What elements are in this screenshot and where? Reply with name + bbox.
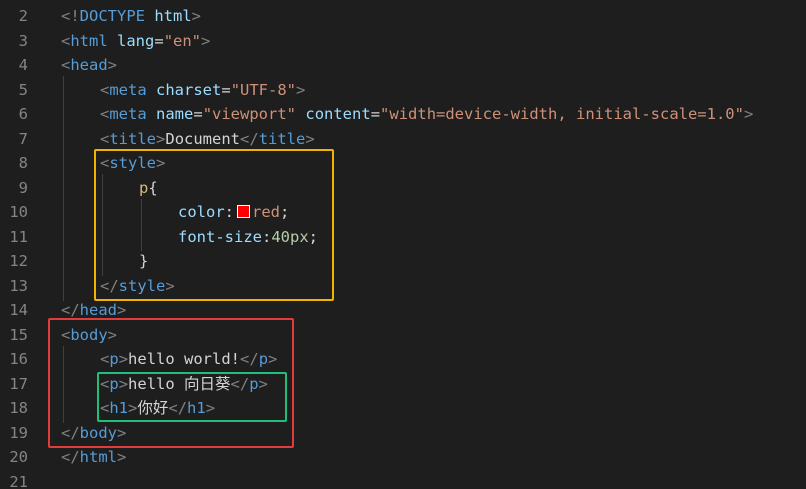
code-token: < [100, 129, 110, 148]
code-token: > [156, 129, 166, 148]
line-number: 10 [9, 203, 28, 221]
code-token: Document [165, 129, 241, 148]
line-number: 21 [9, 472, 28, 489]
code-token: > [743, 105, 754, 123]
code-line[interactable]: 2 <!DOCTYPE html> [0, 4, 806, 29]
code-token: </ [61, 448, 80, 466]
line-number: 5 [18, 80, 28, 99]
line-number: 18 [9, 399, 28, 417]
line-number: 20 [9, 448, 28, 466]
line-number: 7 [18, 129, 28, 148]
code-token: > [296, 80, 306, 99]
code-line[interactable]: 21 [0, 470, 806, 489]
code-token: head [79, 301, 117, 319]
content-lines-highlight-box [97, 372, 287, 422]
code-content: <meta charset="UTF-8"> [100, 78, 305, 103]
code-token: meta [109, 105, 147, 123]
line-number: 19 [9, 423, 28, 442]
line-number: 6 [18, 105, 28, 123]
line-number: 16 [9, 350, 28, 368]
code-token: "en" [163, 31, 202, 50]
code-editor[interactable]: 2 <!DOCTYPE html> 3 <html lang="en"> 4 <head>… [0, 0, 806, 489]
line-number: 14 [9, 301, 28, 319]
code-token: DOCTYPE [79, 7, 145, 25]
code-token: > [107, 56, 118, 74]
code-token: > [117, 448, 127, 466]
code-token: "viewport" [202, 105, 297, 123]
code-token: > [191, 7, 202, 25]
line-number: 15 [9, 325, 28, 344]
code-token: html [79, 448, 117, 466]
code-token: name [156, 105, 194, 123]
code-content: <meta name="viewport" content="width=dev… [100, 102, 753, 127]
code-token: html [154, 7, 192, 25]
code-token: = [370, 105, 381, 123]
line-number: 17 [9, 374, 28, 393]
code-token: = [154, 31, 164, 50]
code-token: > [305, 129, 315, 148]
code-token: > [201, 31, 211, 50]
code-line[interactable]: 4 <head> [0, 53, 806, 78]
code-token: "width=device-width, initial-scale=1.0" [380, 105, 744, 123]
line-number: 9 [18, 178, 28, 197]
code-token: < [100, 80, 110, 99]
line-number: 13 [9, 276, 28, 295]
line-number: 8 [18, 154, 28, 172]
code-token: <! [61, 7, 80, 25]
code-token: < [100, 105, 110, 123]
code-token: > [117, 301, 127, 319]
code-token: title [109, 129, 157, 148]
code-token: < [61, 56, 71, 74]
code-line[interactable]: 7 <title>Document</title> [0, 127, 806, 152]
code-content: <title>Document</title> [100, 127, 315, 152]
line-number: 2 [18, 7, 28, 25]
code-line[interactable]: 3 <html lang="en"> [0, 29, 806, 54]
code-token: title [258, 129, 306, 148]
code-token: = [221, 80, 231, 99]
code-line[interactable]: 5 <meta charset="UTF-8"> [0, 78, 806, 103]
code-token: lang [117, 31, 155, 50]
line-number: 12 [9, 252, 28, 270]
line-number: 11 [9, 227, 28, 246]
line-number: 3 [18, 31, 28, 50]
code-content: <html lang="en"> [61, 29, 210, 54]
style-block-highlight-box [94, 149, 334, 301]
code-line[interactable]: 20 </html> [0, 445, 806, 470]
code-content: <head> [61, 53, 117, 78]
code-token: < [61, 31, 71, 50]
code-content: <!DOCTYPE html> [61, 4, 201, 29]
code-token: meta [109, 80, 147, 99]
code-token: head [70, 56, 108, 74]
line-number: 4 [18, 56, 28, 74]
code-token: = [193, 105, 203, 123]
code-token: </ [240, 129, 259, 148]
code-line[interactable]: 6 <meta name="viewport" content="width=de… [0, 102, 806, 127]
code-token: content [305, 105, 371, 123]
code-token: html [70, 31, 108, 50]
code-token: "UTF-8" [230, 80, 297, 99]
code-token: charset [156, 80, 222, 99]
code-token: </ [61, 301, 80, 319]
code-content: </html> [61, 445, 126, 470]
